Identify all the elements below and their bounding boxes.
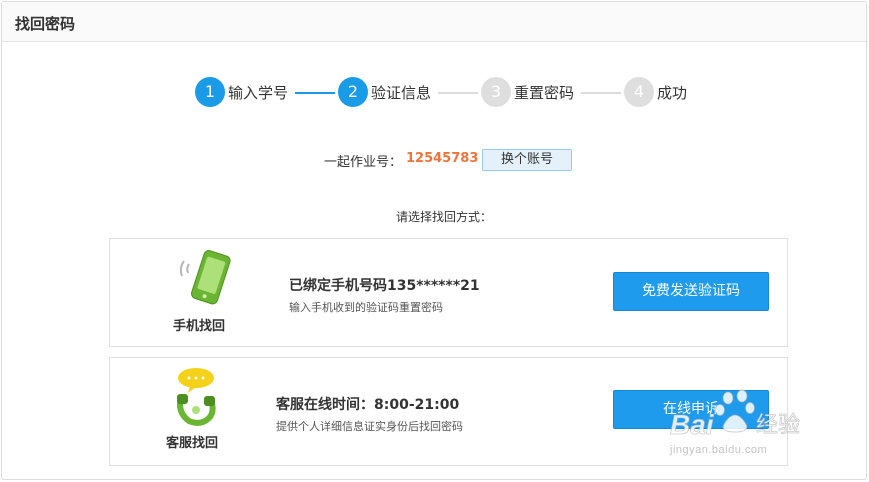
step-3-label: 重置密码 <box>514 84 575 102</box>
step-4-circle: 4 <box>624 77 654 107</box>
phone-icon <box>179 250 231 305</box>
account-label: 一起作业号： <box>324 155 403 170</box>
send-code-button[interactable]: 免费发送验证码 <box>613 272 769 311</box>
page-title: 找回密码 <box>15 15 76 33</box>
step-2-circle: 2 <box>338 77 368 107</box>
panel-header: 找回密码 <box>2 2 866 42</box>
phone-recovery-option: 手机找回 已绑定手机号码135******21 输入手机收到的验证码重置密码 免… <box>109 238 788 347</box>
step-connector-2 <box>438 92 478 94</box>
switch-account-button[interactable]: 换个账号 <box>482 149 572 171</box>
service-recovery-label: 客服找回 <box>166 436 219 451</box>
choose-method-prompt: 请选择找回方式： <box>396 210 493 224</box>
phone-bound-title: 已绑定手机号码135******21 <box>289 278 480 294</box>
step-1-circle: 1 <box>195 77 225 107</box>
customer-service-icon <box>177 368 216 426</box>
service-recovery-desc: 提供个人详细信息证实身份后找回密码 <box>276 420 463 433</box>
baidu-jingyan-watermark: Bai 经验 jingyan.baidu.com <box>668 384 828 464</box>
step-connector-1 <box>295 92 335 94</box>
phone-recovery-desc: 输入手机收到的验证码重置密码 <box>289 301 443 314</box>
svg-text:Bai: Bai <box>670 409 715 440</box>
step-2-label: 验证信息 <box>371 84 432 102</box>
step-connector-3 <box>581 92 621 94</box>
watermark-url: jingyan.baidu.com <box>670 444 768 456</box>
service-hours-title: 客服在线时间：8:00-21:00 <box>276 397 460 413</box>
phone-recovery-label: 手机找回 <box>173 319 226 334</box>
step-1-label: 输入学号 <box>228 84 289 102</box>
step-3-circle: 3 <box>481 77 511 107</box>
account-number: 12545783 <box>406 151 479 166</box>
step-4-label: 成功 <box>657 84 688 102</box>
svg-text:经验: 经验 <box>756 413 800 438</box>
